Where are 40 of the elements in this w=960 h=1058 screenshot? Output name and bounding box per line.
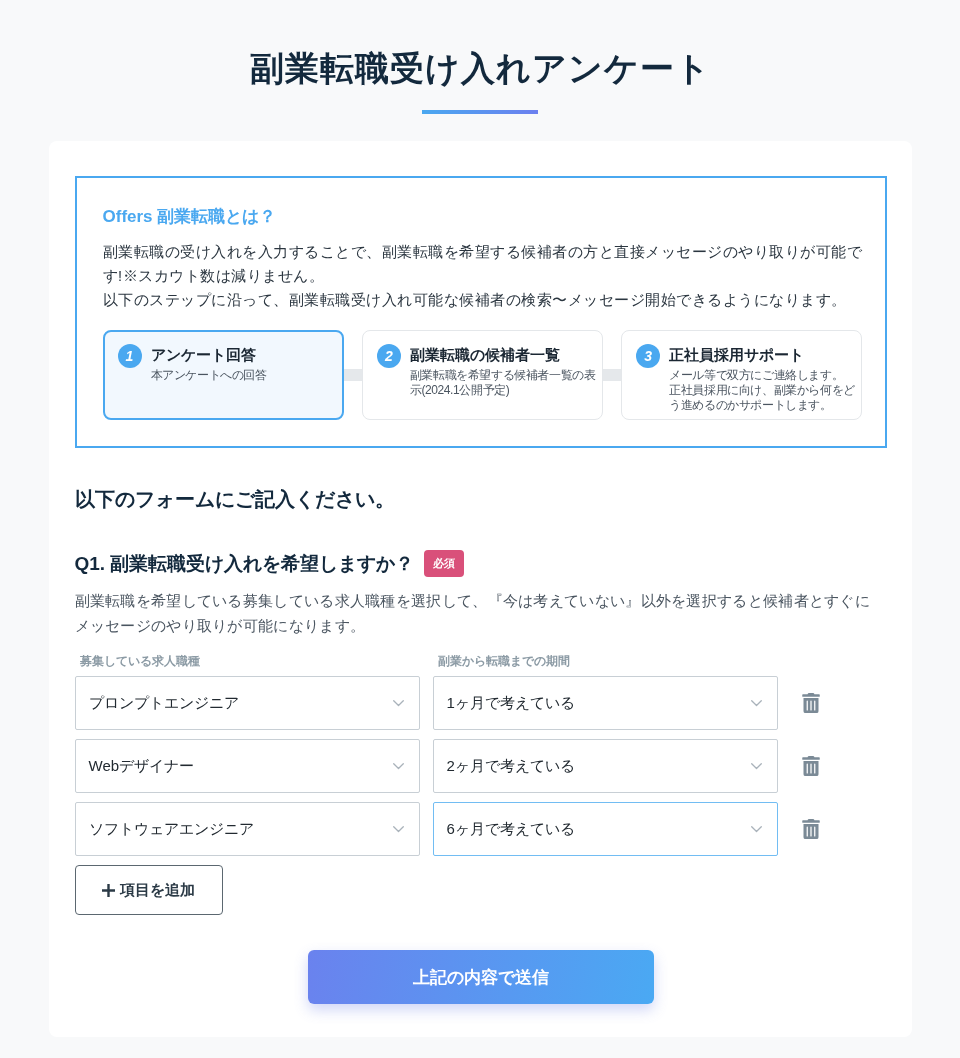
required-badge: 必須 (424, 550, 465, 577)
job-select[interactable]: ソフトウェアエンジニア (74, 802, 420, 856)
column-label: 募集している求人職種 (78, 653, 201, 670)
chevron-down-icon (392, 699, 404, 707)
form-heading: 以下のフォームにご記入ください。 (74, 487, 396, 512)
step-description: 正社員採用に向け、副業から何をどう進めるのかサポートします。 (669, 383, 856, 413)
chevron-down-icon (392, 825, 404, 833)
step-description: 本アンケートへの回答 (150, 368, 268, 383)
page-title: 副業転職受け入れアンケート (249, 48, 711, 89)
period-select[interactable]: 1ヶ月で考えている (432, 676, 778, 730)
job-select[interactable]: Webデザイナー (74, 739, 420, 793)
step-title: 副業転職の候補者一覧 (409, 345, 561, 365)
chevron-down-icon (750, 762, 762, 770)
intro-text: 以下のステップに沿って、副業転職受け入れ可能な候補者の検索〜メッセージ開始できるようになります。 (102, 291, 848, 310)
period-select[interactable]: 6ヶ月で考えている (432, 802, 778, 856)
question-title: Q1. 副業転職受け入れを希望しますか？ (74, 552, 415, 576)
chevron-down-icon (392, 762, 404, 770)
plus-icon (102, 883, 115, 897)
step-description: 副業転職を希望する候補者一覧の表示(2024.1公開予定) (409, 368, 597, 398)
chevron-down-icon (750, 825, 762, 833)
delete-button[interactable] (800, 756, 821, 776)
intro-heading: Offers 副業転職とは？ (102, 206, 278, 228)
delete-button[interactable] (800, 693, 821, 713)
delete-button[interactable] (800, 819, 821, 839)
trash-icon (800, 756, 821, 776)
trash-icon (800, 819, 821, 839)
job-select[interactable]: プロンプトエンジニア (74, 676, 420, 730)
period-select[interactable]: 2ヶ月で考えている (432, 739, 778, 793)
trash-icon (800, 693, 821, 713)
step-description: メール等で双方にご連絡します。 (669, 368, 845, 383)
add-item-button[interactable]: 項目を追加 (74, 865, 223, 915)
step-title: 正社員採用サポート (669, 345, 806, 365)
intro-text: 副業転職の受け入れを入力することで、副業転職を希望する候補者の方と直接メッセージのやり取りが可能です!※スカウト数は減りません。 (102, 243, 863, 286)
column-label: 副業から転職までの期間 (436, 653, 571, 670)
chevron-down-icon (750, 699, 762, 707)
question-description: 副業転職を希望している募集している求人職種を選択して、『今は考えていない』以外を選択すると候補者とすぐにメッセージのやり取りが可能になります。 (74, 592, 872, 636)
step-title: アンケート回答 (150, 345, 257, 365)
step-number: 3 (636, 344, 661, 368)
step-number: 1 (117, 344, 142, 368)
step-number: 2 (376, 344, 401, 368)
